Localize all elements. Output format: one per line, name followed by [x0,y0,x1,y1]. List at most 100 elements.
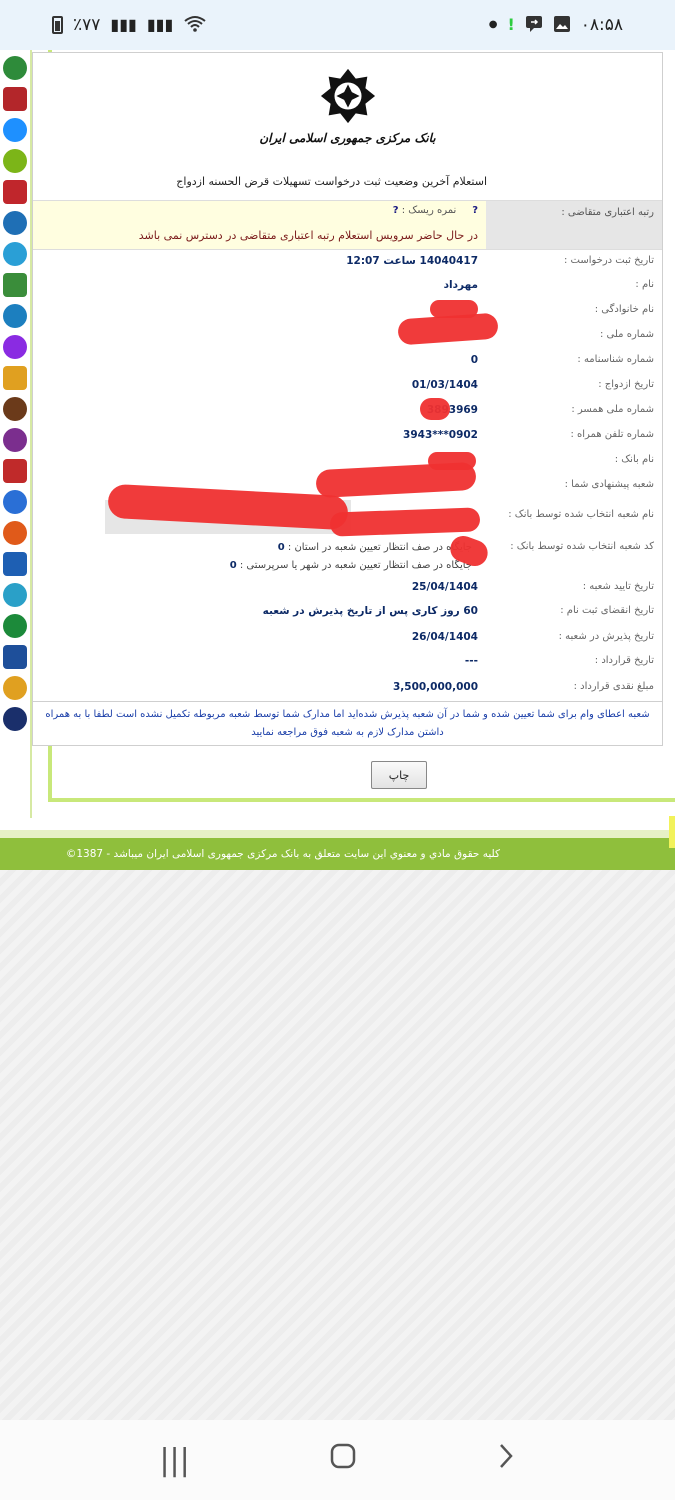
risk-score: ? نمره ریسک : ? [393,205,478,216]
bank-logo-icon[interactable] [3,366,27,390]
detail-value: 25/04/1404 [411,581,478,593]
android-nav-bar: ||| [0,1420,675,1500]
detail-label: شماره ملی همسر : [571,404,654,415]
detail-row: تاریخ قرارداد : --- [31,655,662,675]
risk-label: نمره ریسک : [401,205,457,216]
signal-icon: ▮▮▮ [110,15,137,34]
bank-logo-icon[interactable] [3,118,27,142]
detail-value: 0 [470,354,478,366]
footer: کلیه حقوق مادي و معنوي اين سايت متعلق به… [0,838,675,870]
queue-province-value: 0 [277,542,285,553]
bank-logo-icon[interactable] [3,242,27,266]
bank-logo-icon[interactable] [3,56,27,80]
clock: ۰۸:۵۸ [580,15,623,35]
central-bank-seal-icon [320,68,375,124]
detail-value: 01/03/1404 [411,379,478,391]
queue-province: جایگاه در صف انتظار تعیین شعبه در استان … [278,542,472,553]
detail-row: شماره تلفن همراه : 0902***3943 [31,429,662,449]
bank-logo-icon[interactable] [3,304,27,328]
bank-logo-icon[interactable] [3,335,27,359]
detail-label: کد شعبه انتخاب شده توسط بانک : [510,541,654,552]
side-tab[interactable] [669,816,675,848]
queue-province-label: جایگاه در صف انتظار تعیین شعبه در استان … [287,542,472,553]
gallery-icon [553,15,571,36]
print-button[interactable]: چاپ [371,761,427,789]
rating-q: ? [472,205,478,216]
detail-row: شماره ملی همسر :3893969 [31,404,662,424]
detail-row: تاریخ ازدواج : 01/03/1404 [31,379,662,399]
bank-logo-icon[interactable] [3,645,27,669]
detail-label: تاریخ ثبت درخواست : [563,255,654,266]
bank-logo-icon[interactable] [3,87,27,111]
bank-logo-icon[interactable] [3,552,27,576]
bank-logo-icon[interactable] [3,490,27,514]
credit-rating-label: رتبه اعتباری متقاضی : [486,201,662,249]
bank-logo-icon[interactable] [3,180,27,204]
detail-row: نام : مهرداد [31,279,662,299]
status-bar: ٪۷۷ ▮▮▮ ▮▮▮ ● ! ۰۸:۵۸ [0,0,675,50]
queue-city: جایگاه در صف انتظار تعیین شعبه در شهر یا… [230,560,472,571]
detail-label: شماره ملی : [599,329,654,340]
footer-divider [0,830,675,838]
queue-city-value: 0 [229,560,237,571]
wifi-icon [183,15,207,36]
bank-logo-icon[interactable] [3,583,27,607]
bank-logo-icon[interactable] [3,614,27,638]
detail-label: نام بانک : [614,454,654,465]
signal-icon-2: ▮▮▮ [146,15,174,34]
bank-logo-icon[interactable] [3,707,27,731]
result-card: بانک مرکزی جمهوری اسلامی ایران استعلام آ… [32,52,663,746]
page-title: استعلام آخرین وضعیت ثبت درخواست تسهیلات … [176,175,487,188]
detail-value: 3,500,000,000 [392,681,478,693]
bank-logo-icon[interactable] [3,149,27,173]
bank-logo-icon[interactable] [3,273,27,297]
status-right: ● ! ۰۸:۵۸ [489,15,623,36]
bank-logo-icon[interactable] [3,676,27,700]
detail-value: 26/04/1404 [411,631,478,643]
detail-label: تاریخ قرارداد : [594,655,654,666]
risk-value: ? [392,205,399,216]
detail-value: 14040417 ساعت 12:07 [346,255,478,267]
dot-icon: ● [488,19,498,30]
logo: بانک مرکزی جمهوری اسلامی ایران [33,67,662,145]
detail-row: تاریخ تایید شعبه : 25/04/1404 [31,581,662,601]
home-icon[interactable] [329,1442,357,1478]
detail-value: --- [464,655,478,667]
detail-label: نام خانوادگی : [594,304,654,315]
recent-apps-icon[interactable]: ||| [159,1443,189,1478]
detail-row: تاریخ ثبت درخواست : 14040417 ساعت 12:07 [31,255,662,275]
alert-icon: ! [507,15,515,34]
detail-value: 60 روز کاری پس از تاریخ پذیرش در شعبه [262,605,478,617]
page-background [0,870,675,1420]
detail-row: نام خانوادگی : [31,304,662,324]
detail-label: تاریخ انقضای ثبت نام : [560,605,654,616]
bank-logo-icon[interactable] [3,521,27,545]
detail-row: مبلغ نقدی قرارداد : 3,500,000,000 [31,681,662,701]
detail-label: تاریخ تایید شعبه : [582,581,654,592]
detail-row: تاریخ انقضای ثبت نام : 60 روز کاری پس از … [31,605,662,625]
credit-rating-box: رتبه اعتباری متقاضی : ? نمره ریسک : ? در… [33,200,662,250]
detail-label: تاریخ ازدواج : [598,379,654,390]
detail-label: شماره شناسنامه : [577,354,654,365]
bank-logo-icon[interactable] [3,397,27,421]
detail-row: تاریخ پذیرش در شعبه : 26/04/1404 [31,631,662,651]
redaction-mark [430,300,478,318]
detail-label: شماره تلفن همراه : [570,429,654,440]
bank-logo-icon[interactable] [3,428,27,452]
bank-icons-sidebar [0,50,32,818]
bank-logo-icon[interactable] [3,459,27,483]
detail-row: شماره ملی : [31,329,662,349]
detail-value: 0902***3943 [403,429,478,441]
bank-logo-icon[interactable] [3,211,27,235]
detail-label: نام شعبه انتخاب شده توسط بانک : [508,509,654,520]
bank-name: بانک مرکزی جمهوری اسلامی ایران [259,131,436,145]
queue-city-label: جایگاه در صف انتظار تعیین شعبه در شهر یا… [239,560,472,571]
detail-row: شماره شناسنامه : 0 [31,354,662,374]
back-icon[interactable] [496,1442,516,1478]
detail-label: مبلغ نقدی قرارداد : [573,681,654,692]
status-left: ٪۷۷ ▮▮▮ ▮▮▮ [52,15,207,36]
notice-message: شعبه اعطای وام برای شما تعیین شده و شما … [33,701,662,747]
detail-label: نام : [635,279,654,290]
detail-value: مهرداد [443,279,478,291]
detail-label: شعبه پیشنهادی شما : [564,479,654,490]
